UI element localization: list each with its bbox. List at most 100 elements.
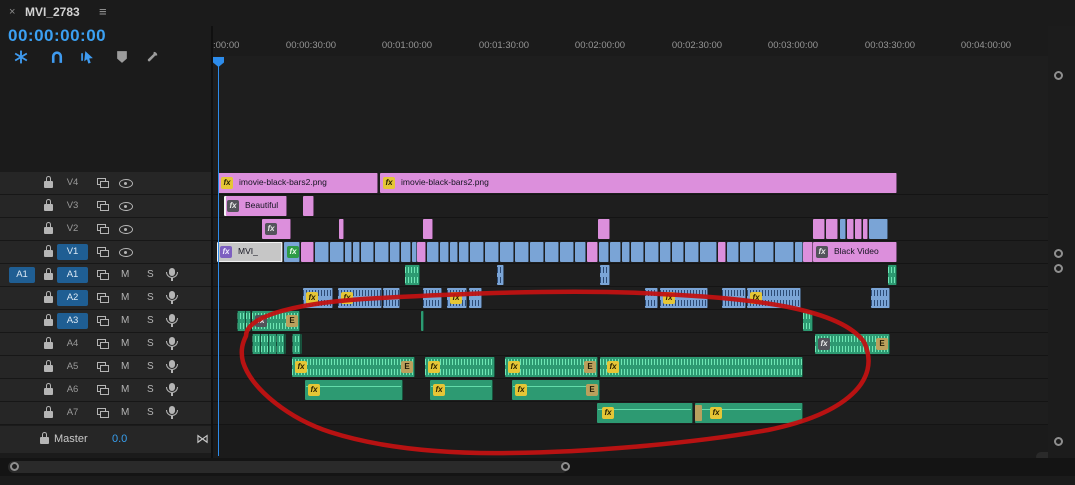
scroll-handle[interactable] [10, 462, 19, 471]
solo-icon[interactable]: S [147, 269, 154, 280]
timeline-settings-wrench-icon[interactable] [144, 49, 160, 65]
audio-clip[interactable] [469, 288, 482, 308]
video-clip[interactable] [700, 242, 717, 262]
sync-lock-icon[interactable] [97, 362, 106, 369]
mic-icon[interactable] [169, 337, 175, 345]
clip-beautiful[interactable]: fxBeautiful [224, 196, 287, 216]
audio-clip[interactable] [423, 288, 442, 308]
video-clip[interactable]: fx [284, 242, 300, 262]
audio-clip[interactable] [645, 288, 658, 308]
audio-clip[interactable]: fx [600, 357, 803, 377]
eye-icon[interactable] [119, 225, 133, 234]
video-clip[interactable] [813, 219, 825, 239]
video-clip[interactable] [610, 242, 621, 262]
audio-clip[interactable]: fx [305, 380, 403, 400]
audio-clip[interactable] [888, 265, 897, 285]
lock-icon[interactable] [44, 388, 53, 395]
playhead-timecode[interactable]: 00:00:00:00 [8, 26, 106, 46]
video-clip[interactable] [500, 242, 514, 262]
sync-lock-icon[interactable] [97, 224, 106, 231]
video-clip[interactable] [869, 219, 888, 239]
video-clip[interactable]: fx [262, 219, 291, 239]
close-tab-icon[interactable]: × [9, 6, 15, 18]
time-ruler[interactable] [212, 34, 1048, 58]
audio-clip[interactable]: fx [447, 288, 467, 308]
mic-icon[interactable] [169, 406, 175, 414]
lock-icon[interactable] [44, 250, 53, 257]
video-clip[interactable] [795, 242, 803, 262]
video-clip[interactable] [826, 219, 838, 239]
track-name-A1[interactable]: A1 [57, 267, 88, 283]
track-name-V4[interactable]: V4 [57, 175, 88, 191]
video-clip[interactable] [353, 242, 360, 262]
video-clip[interactable] [315, 242, 329, 262]
video-clip[interactable] [303, 196, 314, 216]
panel-menu-icon[interactable]: ≡ [99, 4, 107, 19]
video-clip[interactable] [855, 219, 862, 239]
mute-icon[interactable]: M [121, 361, 129, 372]
mute-icon[interactable]: M [121, 292, 129, 303]
video-clip[interactable] [840, 219, 846, 239]
video-clip[interactable] [427, 242, 439, 262]
lock-icon[interactable] [44, 342, 53, 349]
lock-icon[interactable] [44, 365, 53, 372]
sync-lock-icon[interactable] [97, 385, 106, 392]
video-clip[interactable] [390, 242, 400, 262]
mic-icon[interactable] [169, 314, 175, 322]
audio-clip[interactable]: fx [338, 288, 382, 308]
audio-clip[interactable]: fx [695, 403, 803, 423]
track-name-A3[interactable]: A3 [57, 313, 88, 329]
video-clip[interactable] [345, 242, 352, 262]
video-clip[interactable] [470, 242, 484, 262]
track-name-A7[interactable]: A7 [57, 405, 88, 421]
sync-lock-icon[interactable] [97, 270, 106, 277]
video-clip[interactable] [485, 242, 499, 262]
lock-icon[interactable] [44, 411, 53, 418]
lock-icon[interactable] [44, 204, 53, 211]
scroll-handle[interactable] [1054, 437, 1063, 446]
video-clip[interactable] [301, 242, 314, 262]
master-gain-value[interactable]: 0.0 [112, 433, 127, 445]
track-name-A6[interactable]: A6 [57, 382, 88, 398]
audio-clip[interactable] [405, 265, 420, 285]
mic-icon[interactable] [169, 360, 175, 368]
video-clip[interactable] [645, 242, 659, 262]
audio-clip[interactable] [871, 288, 890, 308]
video-clip[interactable] [459, 242, 469, 262]
sequence-tab-title[interactable]: MVI_2783 [25, 5, 80, 19]
source-patch-A1[interactable]: A1 [9, 267, 35, 283]
video-clip[interactable] [401, 242, 411, 262]
solo-icon[interactable]: S [147, 315, 154, 326]
video-clip[interactable] [740, 242, 754, 262]
video-clip[interactable] [450, 242, 458, 262]
audio-clip[interactable] [722, 288, 746, 308]
audio-clip[interactable]: fx [303, 288, 333, 308]
video-clip[interactable] [330, 242, 344, 262]
eye-icon[interactable] [119, 202, 133, 211]
audio-clip[interactable] [497, 265, 504, 285]
video-clip[interactable] [530, 242, 544, 262]
audio-clip[interactable]: fx [660, 288, 708, 308]
video-clip[interactable] [775, 242, 794, 262]
track-name-A4[interactable]: A4 [57, 336, 88, 352]
add-marker-icon[interactable] [114, 49, 130, 65]
clip-mvi[interactable]: fxMVI_ [217, 242, 283, 262]
video-clip[interactable] [685, 242, 699, 262]
video-clip[interactable] [440, 242, 449, 262]
clip-imovie-black-bars2-png[interactable]: fximovie-black-bars2.png [218, 173, 378, 193]
solo-icon[interactable]: S [147, 338, 154, 349]
scroll-handle[interactable] [561, 462, 570, 471]
sync-lock-icon[interactable] [97, 178, 106, 185]
snap-magnet-icon[interactable] [49, 49, 65, 65]
video-clip[interactable] [718, 242, 726, 262]
track-name-V3[interactable]: V3 [57, 198, 88, 214]
audio-clip[interactable]: fx [597, 403, 693, 423]
playhead-line[interactable] [218, 57, 219, 456]
keyframe-bowtie-icon[interactable]: ⋈ [196, 431, 209, 447]
video-clip[interactable] [575, 242, 586, 262]
video-clip[interactable] [598, 219, 610, 239]
lock-icon[interactable] [44, 319, 53, 326]
video-clip[interactable] [423, 219, 433, 239]
video-clip[interactable] [863, 219, 868, 239]
sync-lock-icon[interactable] [97, 316, 106, 323]
